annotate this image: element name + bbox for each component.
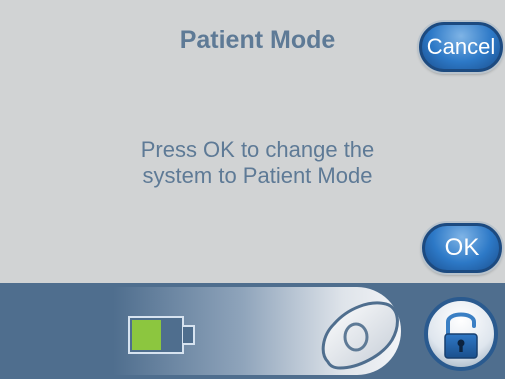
battery-terminal	[183, 325, 195, 345]
ok-button[interactable]: OK	[422, 223, 502, 273]
dialog-message: Press OK to change the system to Patient…	[0, 137, 505, 189]
cancel-button[interactable]: Cancel	[419, 22, 503, 72]
battery-icon	[128, 316, 184, 354]
battery-level-fill	[132, 320, 161, 350]
patient-mode-screen: Patient Mode Press OK to change the syst…	[0, 0, 505, 379]
lock-button[interactable]	[423, 296, 499, 372]
dialog-message-line-2: system to Patient Mode	[142, 163, 373, 188]
unlock-slider-handle-icon[interactable]	[318, 296, 402, 370]
dialog-message-line-1: Press OK to change the	[140, 137, 375, 162]
